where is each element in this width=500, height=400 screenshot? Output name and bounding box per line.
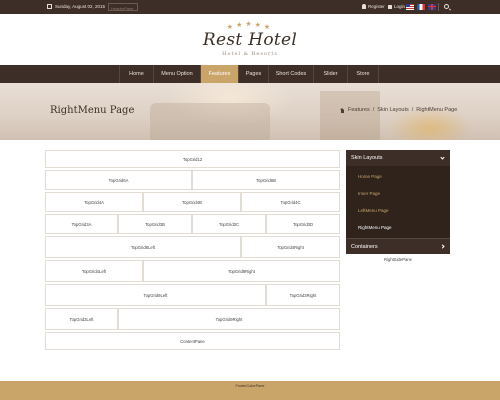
menu-link-home-page[interactable]: Home Page (346, 168, 450, 185)
grid-pane: TopGrid9Left (45, 284, 266, 306)
containers-header[interactable]: Containers (346, 238, 450, 254)
grid-pane: TopGrid9Right (118, 308, 340, 330)
breadcrumb-separator: / (372, 107, 375, 113)
chevron-down-icon (440, 154, 445, 160)
chevron-right-icon (440, 244, 445, 249)
breadcrumb-skin-layouts[interactable]: Skin Layouts (377, 107, 409, 113)
main-nav: Home Menu Option Features Pages Short Co… (0, 65, 500, 83)
grid-pane: TopGrid8Left (45, 236, 241, 258)
flag-uk-icon[interactable] (428, 3, 436, 10)
logo-title: Rest Hotel (202, 30, 298, 50)
date-display: Sunday, August 02, 2015 (47, 4, 105, 9)
grid-pane: TopGrid6A (45, 170, 192, 190)
grid-pane: TopGrid4A (45, 192, 143, 212)
divider (438, 3, 439, 11)
grid-pane: TopGrid4Left (45, 260, 143, 282)
login-link[interactable]: Login (388, 4, 405, 9)
grid-pane: TopGrid3D (266, 214, 340, 234)
grid-pane: TopGrid12 (45, 150, 340, 168)
menu-link-leftmenu-page[interactable]: LeftMenu Page (346, 202, 450, 219)
nav-item-slider[interactable]: Slider (313, 65, 347, 83)
grid-pane: TopGrid3B (118, 214, 192, 234)
breadcrumb: Features / Skin Layouts / RightMenu Page (340, 107, 457, 113)
calendar-icon (47, 4, 52, 9)
user-icon (362, 4, 366, 9)
grid-pane: TopGrid6B (192, 170, 340, 190)
content-pane: ContentPane (45, 332, 340, 350)
skin-layouts-header[interactable]: Skin Layouts (346, 150, 450, 166)
grid-pane: TopGrid3A (45, 214, 118, 234)
nav-item-features[interactable]: Features (200, 65, 238, 83)
right-menu: Skin Layouts Home Page Inner Page LeftMe… (346, 150, 450, 262)
grid-pane: TopGrid4Right (241, 236, 340, 258)
grid-pane: TopGrid4C (241, 192, 340, 212)
flag-fr-icon[interactable] (417, 3, 425, 10)
home-icon[interactable] (340, 107, 345, 113)
flag-us-icon[interactable] (406, 3, 414, 10)
lock-icon (388, 4, 392, 9)
grid-pane: TopGrid3C (192, 214, 266, 234)
nav-item-pages[interactable]: Pages (238, 65, 268, 83)
banner-image (320, 91, 380, 140)
date-text: Sunday, August 02, 2015 (55, 4, 105, 9)
footer-pane-label: FooterColorPane (235, 384, 265, 388)
login-label: Login (394, 4, 406, 9)
banner-image (150, 103, 270, 140)
menu-link-rightmenu-page[interactable]: RightMenu Page (346, 219, 450, 236)
site-logo[interactable]: ★★★★★ Rest Hotel Hotel & Resorts (0, 20, 500, 57)
register-label: Register (368, 4, 385, 9)
header-pane-box: HeaderPane (108, 3, 138, 11)
logo-subtitle: Hotel & Resorts (222, 51, 278, 57)
section-title: Skin Layouts (351, 155, 383, 161)
nav-item-store[interactable]: Store (347, 65, 379, 83)
page-title: RightMenu Page (50, 105, 135, 116)
menu-link-inner-page[interactable]: Inner Page (346, 185, 450, 202)
grid-pane: TopGrid3Left (45, 308, 118, 330)
pane-grid: TopGrid12 TopGrid6A TopGrid6B TopGrid4A … (45, 150, 340, 352)
section-title: Containers (351, 243, 378, 250)
breadcrumb-features[interactable]: Features (348, 107, 370, 113)
nav-item-home[interactable]: Home (119, 65, 153, 83)
register-link[interactable]: Register (362, 4, 385, 9)
nav-item-short-codes[interactable]: Short Codes (268, 65, 313, 83)
footer: FooterColorPane (0, 381, 500, 400)
page-banner: RightMenu Page Features / Skin Layouts /… (0, 83, 500, 140)
grid-pane: TopGrid3Right (266, 284, 340, 306)
nav-item-menu-option[interactable]: Menu Option (153, 65, 200, 83)
breadcrumb-current: RightMenu Page (416, 107, 458, 113)
grid-pane: TopGrid8Right (143, 260, 340, 282)
skin-layouts-list: Home Page Inner Page LeftMenu Page Right… (346, 166, 450, 238)
right-side-pane: RightSidePane (384, 257, 412, 262)
search-icon[interactable] (444, 4, 449, 9)
top-bar: Sunday, August 02, 2015 HeaderPane Regis… (0, 0, 500, 14)
star-rating-icon: ★★★★★ (226, 21, 274, 31)
grid-pane: TopGrid4B (143, 192, 241, 212)
breadcrumb-separator: / (411, 107, 414, 113)
